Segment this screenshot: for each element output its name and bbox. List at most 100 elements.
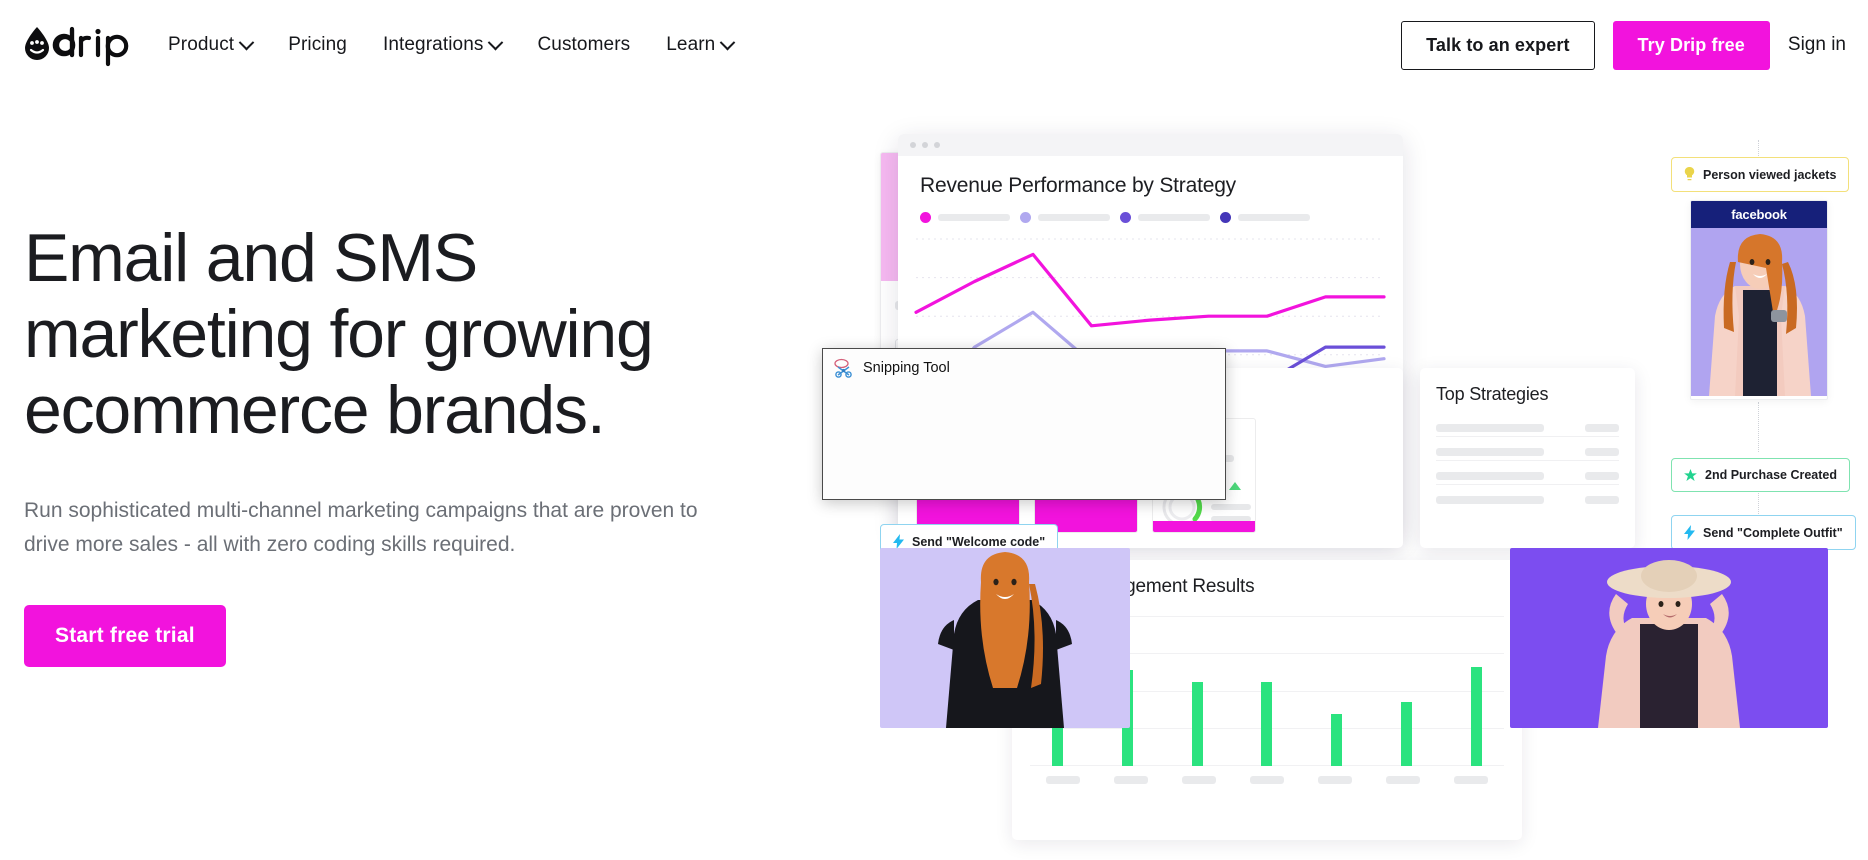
page-title: Email and SMS marketing for growing ecom… [24,220,654,449]
legend-entry [1020,212,1110,223]
table-row[interactable] [1436,413,1619,436]
legend-entry [1220,212,1310,223]
bar [1401,702,1413,766]
bar-label-placeholder [1318,776,1352,784]
window-dot-icon [922,142,928,148]
nav-item-label: Customers [537,34,631,55]
chevron-down-icon [720,34,736,50]
woman-pink-jacket-illustration [1691,228,1827,396]
badge-person-viewed-jackets[interactable]: Person viewed jackets [1671,157,1850,192]
primary-nav-links: Product Pricing Integrations Customers L… [150,0,751,90]
top-strategies-title: Top Strategies [1436,384,1549,404]
top-strategies-rows [1436,413,1619,508]
bar-label-placeholder [1454,776,1488,784]
bar-label-placeholder [1182,776,1216,784]
model-photo-facebook [1691,228,1827,396]
bar [1191,681,1203,766]
woman-black-dress-illustration [880,548,1130,728]
chart-legend [898,198,1403,223]
legend-label-placeholder [1238,214,1310,221]
chart-title: Revenue Performance by Strategy [920,174,1236,197]
talk-to-an-expert-button[interactable]: Talk to an expert [1401,20,1595,70]
bar-axis-labels [1030,766,1504,784]
nav-item-pricing[interactable]: Pricing [270,34,365,56]
legend-color-swatch [1020,212,1031,223]
badge-label: Person viewed jackets [1703,167,1837,182]
bar-label-placeholder [1114,776,1148,784]
strategy-name-placeholder [1436,472,1544,480]
legend-entry [920,212,1010,223]
badge-label: Send "Welcome code" [912,534,1046,549]
legend-color-swatch [1120,212,1131,223]
bar [1470,667,1482,766]
bar-label-placeholder [1046,776,1080,784]
nav-item-label: Pricing [288,34,347,55]
legend-label-placeholder [938,214,1010,221]
nav-item-learn[interactable]: Learn [648,34,751,56]
hero-subheadline: Run sophisticated multi-channel marketin… [24,499,698,557]
nav-item-integrations[interactable]: Integrations [365,34,520,56]
window-title-bar [898,134,1403,156]
lightning-icon [893,534,904,549]
lightning-icon [1684,525,1695,540]
sign-in-link[interactable]: Sign in [1788,34,1850,56]
connector-line [1758,488,1759,518]
bar-label-placeholder [1386,776,1420,784]
badge-2nd-purchase-created[interactable]: 2nd Purchase Created [1671,458,1850,492]
chevron-down-icon [238,34,255,50]
strategy-name-placeholder [1436,448,1544,456]
table-row[interactable] [1436,436,1619,460]
window-dot-icon [910,142,916,148]
nav-item-label: Integrations [382,34,484,55]
trend-up-icon [1229,482,1241,490]
lightbulb-icon [1684,167,1695,181]
window-dot-icon [934,142,940,148]
snipping-tool-capture-area[interactable] [823,387,1225,501]
top-navigation-bar: Product Pricing Integrations Customers L… [0,0,1868,90]
snipping-tool-scissors-icon [834,358,852,378]
snipping-tool-title-bar: Snipping Tool [823,349,1225,387]
table-row[interactable] [1436,460,1619,484]
bar [1261,681,1273,766]
snipping-tool-title: Snipping Tool [863,360,950,376]
legend-color-swatch [920,212,931,223]
legend-label-placeholder [1038,214,1110,221]
strategy-value-placeholder [1585,448,1619,456]
drip-logo[interactable] [20,22,148,68]
snipping-tool-window[interactable]: Snipping Tool [822,348,1226,500]
strategy-name-placeholder [1436,496,1544,504]
hero-content: Email and SMS marketing for growing ecom… [24,220,724,667]
nav-item-customers[interactable]: Customers [519,34,648,56]
badge-send-complete-outfit[interactable]: Send "Complete Outfit" [1671,515,1856,550]
woman-wide-hat-illustration [1510,548,1828,728]
strategy-value-placeholder [1585,472,1619,480]
drip-droplet-logo [25,26,129,67]
star-icon [1684,468,1697,481]
badge-label: Send "Complete Outfit" [1703,525,1843,540]
nav-item-label: Product [168,34,235,55]
journey-health-fill-bar [1153,520,1255,532]
connector-line [1758,402,1759,452]
photo-tile-woman-hat [1510,548,1828,728]
bar [1331,713,1343,766]
nav-item-label: Learn [666,34,716,55]
facebook-brand-label: facebook [1691,201,1827,228]
start-free-trial-button[interactable]: Start free trial [24,604,226,667]
placeholder-text-line [1211,504,1251,510]
strategy-name-placeholder [1436,424,1544,432]
legend-entry [1120,212,1210,223]
top-strategies-card: Top Strategies [1420,368,1635,548]
nav-item-product[interactable]: Product [150,34,270,56]
try-drip-free-button[interactable]: Try Drip free [1612,20,1770,70]
bar-label-placeholder [1250,776,1284,784]
chevron-down-icon [488,34,504,50]
nav-actions: Talk to an expert Try Drip free Sign in [1401,0,1850,90]
facebook-ad-card: facebook [1690,200,1828,400]
strategy-value-placeholder [1585,496,1619,504]
legend-label-placeholder [1138,214,1210,221]
legend-color-swatch [1220,212,1231,223]
badge-label: 2nd Purchase Created [1705,468,1837,482]
strategy-value-placeholder [1585,424,1619,432]
photo-tile-woman-black-dress [880,548,1130,728]
table-row[interactable] [1436,484,1619,508]
